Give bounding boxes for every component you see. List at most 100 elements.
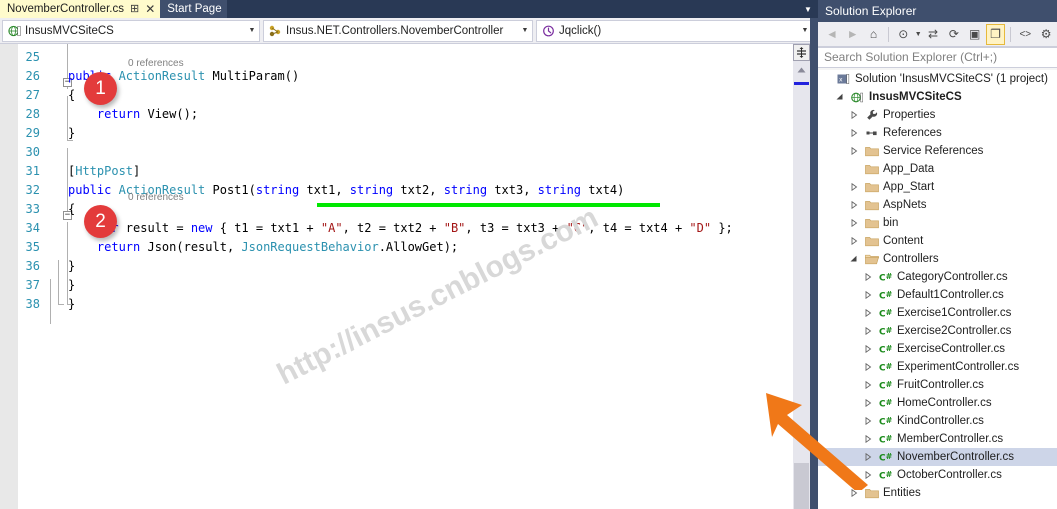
scrollbar-thumb[interactable] [794,463,809,509]
folder-open-icon [863,253,880,265]
chevron-down-icon[interactable]: ▼ [518,27,532,34]
scroll-up-arrow-icon[interactable] [793,61,810,78]
close-icon[interactable]: ✕ [145,3,155,15]
split-view-handle[interactable] [793,44,810,61]
svg-text:#: # [885,272,892,281]
code-token: return [68,240,141,254]
tree-item[interactable]: References [818,124,1057,142]
chevron-collapsed-icon[interactable] [850,111,863,119]
tree-item[interactable]: C # Default1Controller.cs [818,286,1057,304]
tree-item[interactable]: C # Exercise2Controller.cs [818,322,1057,340]
tree-item[interactable]: C # HomeController.cs [818,394,1057,412]
editor-vertical-scrollbar[interactable] [793,61,810,509]
chevron-collapsed-icon[interactable] [850,147,863,155]
tree-item[interactable]: C # MemberController.cs [818,430,1057,448]
type-dropdown[interactable]: Insus.NET.Controllers.NovemberController… [263,19,533,42]
home-icon[interactable]: ⌂ [864,24,884,45]
tree-item[interactable]: Properties [818,106,1057,124]
toolbar-separator [888,26,890,42]
code-line[interactable]: } [68,257,75,276]
tree-item[interactable]: App_Start [818,178,1057,196]
chevron-down-icon[interactable]: ▼ [914,24,922,45]
tree-item[interactable]: C # KindController.cs [818,412,1057,430]
code-line[interactable]: [HttpPost] [68,162,140,181]
code-line[interactable]: return View(); [68,105,198,124]
tree-item[interactable]: bin [818,214,1057,232]
member-dropdown[interactable]: Jqclick() ▼ [536,19,813,42]
properties-icon[interactable]: ⚙ [1036,24,1056,45]
code-line[interactable]: { [68,86,75,105]
sync-with-active-document-icon[interactable]: ⇄ [923,24,943,45]
tab-overflow-chevron-icon[interactable]: ▼ [800,0,816,18]
chevron-expanded-icon[interactable] [836,93,849,101]
tree-item[interactable]: C # CategoryController.cs [818,268,1057,286]
chevron-collapsed-icon[interactable] [864,471,877,479]
code-line[interactable]: } [68,276,75,295]
chevron-collapsed-icon[interactable] [864,435,877,443]
tree-item[interactable]: AspNets [818,196,1057,214]
refresh-icon[interactable]: ⟳ [944,24,964,45]
code-token: HttpPost [75,164,134,178]
code-line[interactable]: } [68,124,75,143]
tree-item[interactable]: Entities [818,484,1057,502]
tree-item[interactable]: App_Data [818,160,1057,178]
show-all-files-icon[interactable]: ❐ [985,23,1006,45]
folder-icon [863,217,880,229]
collapse-all-icon[interactable]: ▣ [965,24,985,45]
chevron-collapsed-icon[interactable] [864,273,877,281]
chevron-collapsed-icon[interactable] [864,381,877,389]
tree-item[interactable]: C # FruitController.cs [818,376,1057,394]
chevron-collapsed-icon[interactable] [864,327,877,335]
pin-icon[interactable]: ⊞ [130,3,139,15]
chevron-collapsed-icon[interactable] [850,219,863,227]
code-token: "B" [443,221,466,235]
chevron-collapsed-icon[interactable] [864,399,877,407]
chevron-collapsed-icon[interactable] [850,183,863,191]
chevron-collapsed-icon[interactable] [864,291,877,299]
chevron-collapsed-icon[interactable] [850,201,863,209]
tree-item-label: Properties [883,109,936,121]
tab-start-page[interactable]: Start Page [160,0,227,18]
code-line[interactable]: { [68,200,75,219]
pending-changes-icon[interactable]: ⊙ [893,24,913,45]
tree-item-label: OctoberController.cs [897,469,1002,481]
tree-item[interactable]: C # ExperimentController.cs [818,358,1057,376]
solution-explorer-tree[interactable]: x Solution 'InsusMVCSiteCS' (1 project) In… [818,70,1057,509]
code-token: , t3 = txt3 + [465,221,567,235]
tree-item[interactable]: Service References [818,142,1057,160]
code-line[interactable]: return Json(result, JsonRequestBehavior.… [68,238,458,257]
chevron-collapsed-icon[interactable] [850,489,863,497]
chevron-collapsed-icon[interactable] [850,237,863,245]
chevron-collapsed-icon[interactable] [864,453,877,461]
code-token: txt2, [393,183,444,197]
chevron-collapsed-icon[interactable] [864,309,877,317]
search-input[interactable]: Search Solution Explorer (Ctrl+;) [818,47,1057,68]
code-token: string [443,183,488,197]
tree-item[interactable]: x Solution 'InsusMVCSiteCS' (1 project) [818,70,1057,88]
tree-item[interactable]: C # OctoberController.cs [818,466,1057,484]
tree-item[interactable]: C # Exercise1Controller.cs [818,304,1057,322]
chevron-collapsed-icon[interactable] [850,129,863,137]
code-line[interactable]: var result = new { t1 = txt1 + "A", t2 =… [68,219,733,238]
chevron-expanded-icon[interactable] [850,255,863,263]
chevron-collapsed-icon[interactable] [864,363,877,371]
project-dropdown[interactable]: InsusMVCSiteCS ▼ [2,19,260,42]
tree-item[interactable]: Content [818,232,1057,250]
tree-item[interactable]: Controllers [818,250,1057,268]
chevron-collapsed-icon[interactable] [864,345,877,353]
tab-november-controller[interactable]: NovemberController.cs ⊞ ✕ [0,0,161,18]
tree-item-selected[interactable]: C # NovemberController.cs [818,448,1057,466]
chevron-collapsed-icon[interactable] [864,417,877,425]
line-number: 31 [25,164,40,178]
tree-item[interactable]: C # ExerciseController.cs [818,340,1057,358]
codelens-reference-count[interactable]: 0 references [128,191,184,204]
project-web-icon [5,25,23,37]
codelens-reference-count[interactable]: 0 references [128,57,184,70]
code-line[interactable]: } [68,295,75,314]
chevron-down-icon[interactable]: ▼ [245,27,259,34]
view-code-icon[interactable]: <> [1015,24,1035,45]
tree-item[interactable]: InsusMVCSiteCS [818,88,1057,106]
green-highlight-underline [317,203,660,207]
code-token: { [68,202,76,216]
code-editor[interactable]: − − 2526public ActionResult MultiParam()… [0,44,793,509]
